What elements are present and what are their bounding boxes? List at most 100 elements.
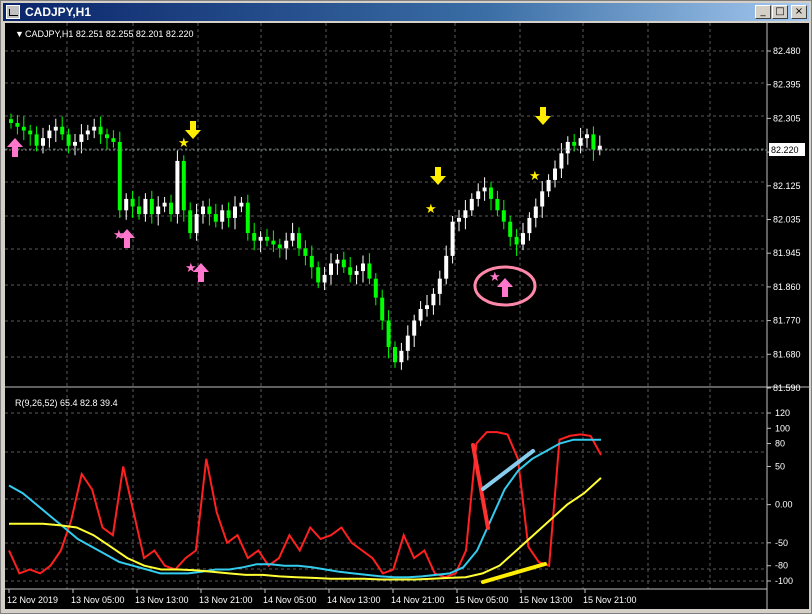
time-axis-label: 14 Nov 13:00 [327,595,381,605]
candle-body [175,160,180,215]
candle-body [21,126,26,131]
candle-body [239,202,244,207]
candle-body [284,240,289,249]
indicator-line-slow [9,477,602,581]
candle-body [124,198,129,211]
minimize-button[interactable]: _ [755,5,771,19]
indicator-header: R(9,26,52) 65.4 82.8 39.4 [15,398,118,408]
time-axis-label: 13 Nov 21:00 [199,595,253,605]
signal-star-icon: ★ [178,135,190,150]
candle-body [258,236,263,241]
title-bar[interactable]: CADJPY,H1 _ □ × [3,3,809,21]
sell-arrow-icon [535,107,551,125]
time-axis-label: 14 Nov 05:00 [263,595,317,605]
price-axis-label: 81.945 [773,248,801,258]
price-axis-label: 81.680 [773,349,801,359]
candle-body [316,267,321,283]
candle-body [105,134,109,139]
candle-body [463,210,468,218]
candle-body [354,271,359,275]
chart-header: CADJPY,H1 82.251 82.255 82.201 82.220 [25,29,193,39]
candle-body [450,221,455,256]
candle-body [156,206,161,215]
price-axis-label: 81.770 [773,316,801,326]
candle-body [341,259,346,268]
candle-body [137,206,141,215]
candle-body [201,206,205,215]
indicator-axis-label: 120 [775,408,790,418]
candle-body [495,198,500,211]
indicator-axis: 120 100 80 50 0.00 -50 -80 -100 [767,408,793,586]
candle-body [367,263,372,279]
price-axis-label: 82.480 [773,46,801,56]
candle-body [143,198,148,215]
candle-body [188,210,193,234]
candle-body [277,244,282,249]
time-axis: 12 Nov 2019 13 Nov 05:00 13 Nov 13:00 13 No… [7,589,637,605]
maximize-button[interactable]: □ [772,5,788,19]
candle-body [578,138,583,146]
signal-star-icon: ★ [529,168,541,183]
candle-body [373,278,378,298]
price-axis-label: 81.860 [773,282,801,292]
candle-body [226,210,231,218]
signals: ★ ★ ★ ★ ★ ★ [7,107,551,297]
indicator-axis-label: -80 [775,561,788,571]
candle-body [335,259,340,264]
indicator-axis-label: 50 [775,461,785,471]
price-axis-label: 82.035 [773,215,801,225]
candle-body [489,187,493,199]
candle-body [15,122,20,127]
candle-body [290,233,295,241]
candle-body [169,202,173,215]
candle-body [559,153,564,169]
indicator-axis-label: 0.00 [775,500,793,510]
annotation-yellow-line [481,562,547,584]
price-axis: 82.48082.39582.30582.21582.12582.03581.9… [767,46,801,393]
chart-header-icon: ▼ [15,29,24,39]
candle-body [527,217,532,234]
candle-body [521,233,525,245]
candle-body [546,179,551,192]
candle-body [73,141,77,146]
candle-body [431,293,436,306]
candle-body [297,233,301,249]
time-axis-label: 15 Nov 05:00 [455,595,509,605]
candle-body [585,134,589,139]
chart-area[interactable]: ★★★★★★ 82.48082.39582.30582.21582.12582.… [5,23,809,609]
indicator-axis-label: 80 [775,439,785,449]
candle-body [508,221,513,237]
candle-body [476,191,481,199]
price-chart[interactable]: ★★★★★★ 82.48082.39582.30582.21582.12582.… [5,23,809,609]
time-axis-label: 12 Nov 2019 [7,595,58,605]
candle-body [28,130,33,135]
candle-body [533,206,538,218]
candle-body [309,255,314,268]
buy-arrow-icon [7,138,23,157]
candle-body [418,309,423,321]
candle-body [565,141,570,154]
candle-body [194,214,199,234]
indicator-axis-label: -50 [775,538,788,548]
close-button[interactable]: × [791,5,807,19]
time-axis-label: 14 Nov 21:00 [391,595,445,605]
candle-body [245,202,250,234]
candle-body [437,278,442,294]
candle-body [265,236,269,241]
candle-body [271,240,276,245]
candle-body [207,206,212,215]
candle-body [117,141,122,211]
candle-body [220,210,225,222]
candle-body [348,267,353,275]
candle-body [399,350,404,363]
candle-body [53,126,58,131]
candle-body [162,202,167,207]
price-axis-label: 82.125 [773,181,801,191]
price-axis-label: 82.395 [773,80,801,90]
signal-star-icon: ★ [113,227,125,242]
candle-body [469,198,474,211]
candle-body [92,126,97,131]
window-title: CADJPY,H1 [25,5,92,19]
candle-body [457,217,461,222]
current-price-label: 82.220 [771,145,799,155]
